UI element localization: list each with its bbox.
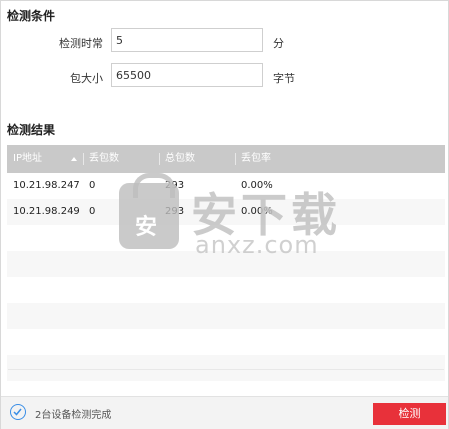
empty-row — [7, 303, 445, 329]
cell-total: 293 — [165, 206, 185, 217]
conditions-title: 检测条件 — [7, 9, 56, 23]
time-label: 检测时常 — [59, 37, 103, 50]
cell-lost: 0 — [89, 180, 96, 191]
column-rate-label: 丢包率 — [241, 153, 271, 164]
column-rate[interactable]: 丢包率 — [235, 145, 355, 173]
detection-panel: 检测条件 检测时常 分 包大小 字节 检测结果 IP地址 丢包数 总包数 丢包率 — [0, 0, 449, 429]
cell-rate: 0.00% — [241, 180, 273, 191]
column-separator — [235, 153, 236, 165]
cell-ip: 10.21.98.247 — [13, 180, 80, 191]
table-bottom-line — [8, 369, 444, 370]
cell-lost: 0 — [89, 206, 96, 217]
cell-ip: 10.21.98.249 — [13, 206, 80, 217]
time-unit: 分 — [273, 37, 284, 50]
table-row[interactable]: 10.21.98.249 0 293 0.00% — [7, 199, 445, 225]
column-lost[interactable]: 丢包数 — [83, 145, 159, 173]
size-unit: 字节 — [273, 72, 295, 85]
status-text: 2台设备检测完成 — [35, 410, 112, 421]
column-total[interactable]: 总包数 — [159, 145, 235, 173]
column-ip[interactable]: IP地址 — [7, 145, 83, 173]
column-lost-label: 丢包数 — [89, 153, 119, 164]
cell-rate: 0.00% — [241, 206, 273, 217]
empty-row — [7, 251, 445, 277]
results-table: IP地址 丢包数 总包数 丢包率 10.21.98.247 0 293 0.00… — [7, 145, 445, 381]
column-separator — [83, 153, 84, 165]
size-input[interactable] — [111, 63, 263, 87]
empty-row — [7, 277, 445, 303]
table-header: IP地址 丢包数 总包数 丢包率 — [7, 145, 445, 173]
size-label: 包大小 — [70, 72, 103, 85]
time-input[interactable] — [111, 28, 263, 52]
status-bar: 2台设备检测完成 检测 — [1, 396, 448, 429]
table-row[interactable]: 10.21.98.247 0 293 0.00% — [7, 173, 445, 199]
cell-total: 293 — [165, 180, 185, 191]
check-circle-icon — [10, 404, 26, 420]
empty-row — [7, 225, 445, 251]
column-ip-label: IP地址 — [13, 153, 42, 164]
column-separator — [159, 153, 160, 165]
column-total-label: 总包数 — [165, 153, 195, 164]
results-title: 检测结果 — [7, 123, 56, 137]
empty-row — [7, 355, 445, 381]
sort-ascending-icon[interactable] — [71, 157, 77, 161]
empty-row — [7, 329, 445, 355]
detect-button[interactable]: 检测 — [373, 403, 446, 425]
